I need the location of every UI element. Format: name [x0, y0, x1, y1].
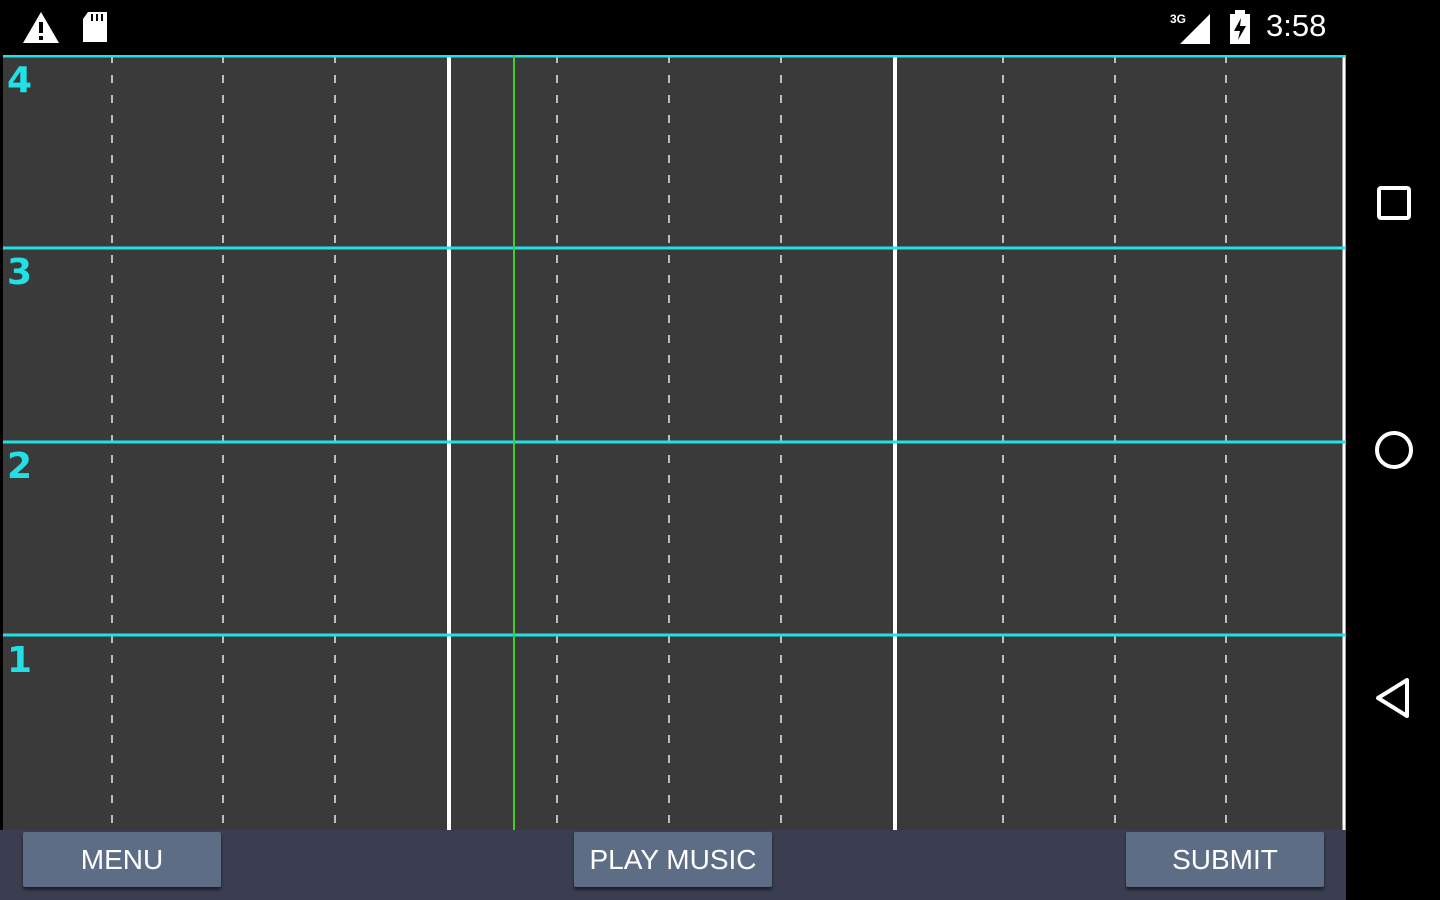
status-bar: 3G 3:58 — [0, 0, 1440, 55]
battery-charging-icon — [1230, 10, 1250, 44]
warning-icon — [23, 12, 59, 43]
clock: 3:58 — [1266, 8, 1327, 43]
home-icon[interactable] — [1371, 427, 1417, 473]
menu-button[interactable]: MENU — [23, 832, 221, 887]
bottom-toolbar: MENU PLAY MUSIC SUBMIT — [0, 830, 1346, 900]
grid-lines — [3, 55, 1346, 830]
network-type-label: 3G — [1170, 12, 1186, 26]
row-label-3: 3 — [7, 252, 33, 293]
row-label-4: 4 — [7, 60, 33, 101]
play-music-button[interactable]: PLAY MUSIC — [574, 832, 772, 887]
recent-apps-icon[interactable] — [1371, 180, 1417, 226]
submit-button[interactable]: SUBMIT — [1126, 832, 1324, 887]
row-label-1: 1 — [7, 640, 33, 681]
sequencer-grid[interactable]: 4 3 2 1 — [3, 55, 1346, 830]
signal-icon: 3G — [1170, 12, 1210, 44]
row-label-2: 2 — [7, 446, 33, 487]
navigation-bar — [1346, 55, 1440, 900]
sd-card-icon — [83, 12, 107, 42]
back-icon[interactable] — [1371, 675, 1417, 721]
